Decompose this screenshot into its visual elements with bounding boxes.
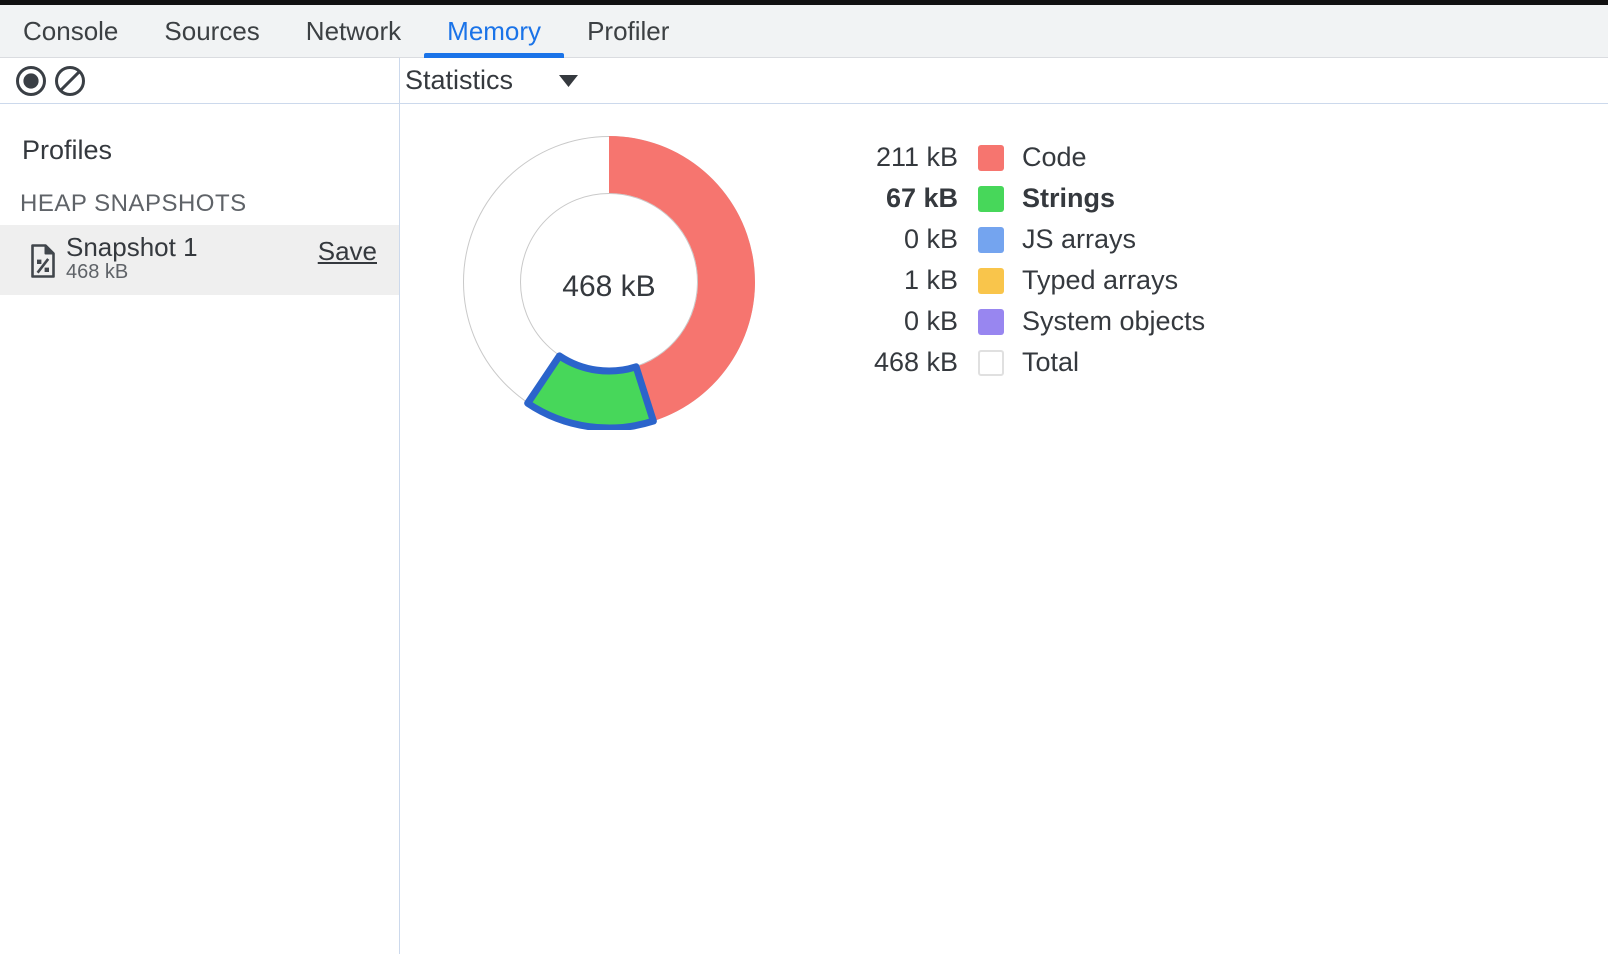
sidebar-item-snapshot-1[interactable]: Snapshot 1468 kB Save — [0, 225, 399, 295]
legend-swatch-typed-arrays — [978, 268, 1004, 294]
snapshot-name: Snapshot 1 — [66, 233, 198, 261]
pie-slice-strings[interactable] — [528, 356, 654, 428]
record-heap-snapshot-button[interactable] — [15, 65, 47, 97]
legend-row-strings[interactable]: 67 kB Strings — [768, 178, 1205, 219]
legend-swatch-strings — [978, 186, 1004, 212]
perspective-select[interactable]: Statistics — [405, 58, 578, 103]
legend-swatch-system-objects — [978, 309, 1004, 335]
legend-value-js-arrays: 0 kB — [768, 224, 958, 255]
legend-row-total[interactable]: 468 kB Total — [768, 342, 1205, 383]
legend-swatch-total — [978, 350, 1004, 376]
tab-profiler[interactable]: Profiler — [564, 5, 692, 57]
legend-label-total: Total — [1022, 347, 1079, 378]
legend-label-typed-arrays: Typed arrays — [1022, 265, 1178, 296]
tab-network[interactable]: Network — [283, 5, 424, 57]
legend-value-total: 468 kB — [768, 347, 958, 378]
legend-swatch-js-arrays — [978, 227, 1004, 253]
legend-row-code[interactable]: 211 kB Code — [768, 137, 1205, 178]
tab-sources[interactable]: Sources — [141, 5, 282, 57]
perspective-select-value: Statistics — [405, 65, 513, 96]
clear-profiles-button[interactable] — [54, 65, 86, 97]
donut-inner-ring — [521, 194, 698, 371]
heap-statistics-donut-chart — [461, 134, 757, 430]
memory-toolbar: Statistics — [0, 58, 1608, 104]
legend-label-code: Code — [1022, 142, 1087, 173]
legend-label-system-objects: System objects — [1022, 306, 1205, 337]
legend-value-system-objects: 0 kB — [768, 306, 958, 337]
legend-label-strings: Strings — [1022, 183, 1115, 214]
legend-value-code: 211 kB — [768, 142, 958, 173]
heap-snapshots-section-header: HEAP SNAPSHOTS — [20, 190, 247, 218]
chevron-down-icon — [559, 75, 578, 87]
legend-row-js-arrays[interactable]: 0 kB JS arrays — [768, 219, 1205, 260]
legend-value-strings: 67 kB — [768, 183, 958, 214]
clear-icon — [54, 65, 86, 97]
tab-console[interactable]: Console — [0, 5, 141, 57]
heap-snapshot-icon — [30, 244, 56, 283]
devtools-tab-bar: ConsoleSourcesNetworkMemoryProfiler — [0, 5, 1608, 58]
legend-swatch-code — [978, 145, 1004, 171]
panel-divider[interactable] — [399, 58, 400, 954]
legend-label-js-arrays: JS arrays — [1022, 224, 1136, 255]
tab-memory[interactable]: Memory — [424, 5, 564, 57]
snapshot-size: 468 kB — [66, 261, 128, 283]
legend-value-typed-arrays: 1 kB — [768, 265, 958, 296]
legend-row-typed-arrays[interactable]: 1 kB Typed arrays — [768, 260, 1205, 301]
save-snapshot-link[interactable]: Save — [318, 236, 377, 267]
profiles-heading: Profiles — [22, 135, 112, 166]
legend-row-system-objects[interactable]: 0 kB System objects — [768, 301, 1205, 342]
record-icon — [15, 65, 47, 97]
chart-legend: 211 kB Code 67 kB Strings 0 kB JS arrays 1 kB T… — [768, 137, 1205, 383]
